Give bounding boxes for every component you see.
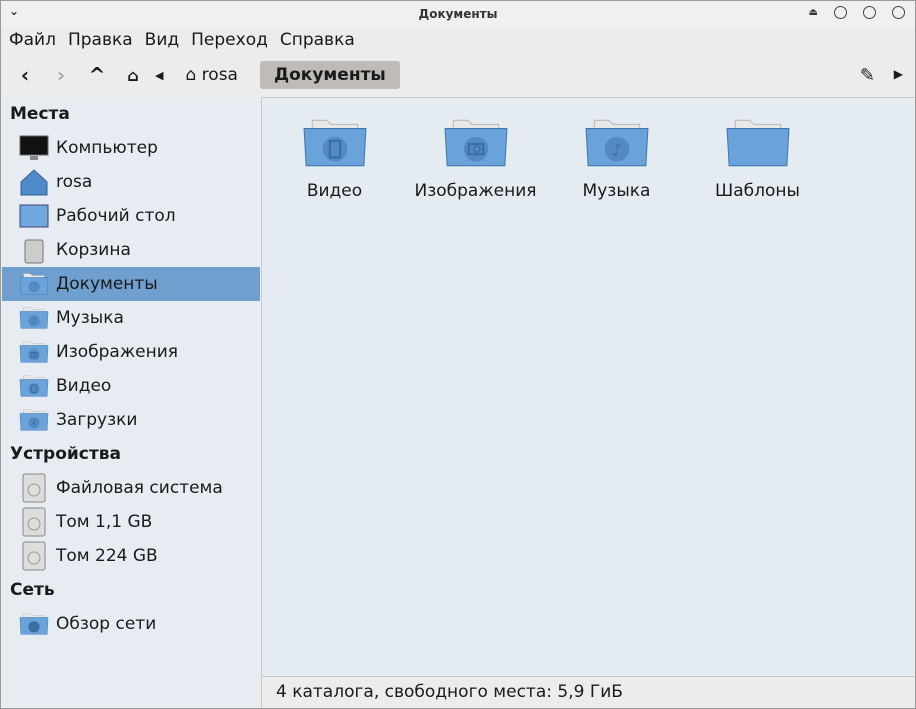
folder-item[interactable]: Изображения [405,116,546,201]
toolbar: ‹ › ^ ⌂ ◀ ⌂ rosa Документы ✎ ▶ [1,53,915,97]
sidebar-item[interactable]: ♪ Музыка [2,301,260,335]
sidebar-item-label: Обзор сети [56,614,157,634]
drive-icon [18,473,50,503]
folder-item[interactable]: Шаблоны [687,116,828,201]
folder-video-icon [18,372,50,400]
sidebar-item[interactable]: Изображения [2,335,260,369]
eject-icon[interactable]: ⏏ [809,7,818,18]
sidebar-item[interactable]: Файловая система [2,471,260,505]
window-title: Документы [418,7,498,21]
crumb-scroll-right-icon[interactable]: ▶ [894,67,903,81]
folder-label: Музыка [582,181,651,201]
sidebar-item-label: Файловая система [56,478,223,498]
sidebar-item[interactable]: Обзор сети [2,607,260,641]
svg-text:⬇: ⬇ [31,419,37,427]
sidebar: Места Компьютер rosa Рабочий стол Корзина До… [2,97,260,707]
folder-downloads-icon: ⬇ [18,406,50,434]
sidebar-item[interactable]: Том 224 GB [2,539,260,573]
network-folder-icon [18,610,50,638]
folder-pictures-icon [18,338,50,366]
maximize-button[interactable] [863,6,876,19]
sidebar-item-label: Музыка [56,308,124,328]
devices-header: Устройства [10,444,121,464]
menu-bar: Файл Правка Вид Переход Справка [1,27,915,53]
folder-item[interactable]: ♪ Музыка [546,116,687,201]
minimize-button[interactable] [834,6,847,19]
sidebar-item-label: Видео [56,376,112,396]
folder-icon [725,119,791,175]
crumb-scroll-left-icon[interactable]: ◀ [155,69,163,82]
places-header: Места [10,104,70,124]
menu-file[interactable]: Файл [9,30,56,50]
folder-icon [443,119,509,175]
status-bar: 4 каталога, свободного места: 5,9 ГиБ [261,676,914,707]
file-manager-window: ⌄ Документы ⏏ Файл Правка Вид Переход Сп… [0,0,916,709]
sidebar-item-label: rosa [56,172,93,192]
folder-item[interactable]: Видео [264,116,405,201]
folder-icon: ♪ [584,119,650,175]
forward-button[interactable]: › [43,63,79,87]
folder-documents-icon [18,270,50,298]
folder-icon [302,119,368,175]
folder-label: Шаблоны [715,181,800,201]
sidebar-item[interactable]: rosa [2,165,260,199]
sidebar-item-label: Документы [56,274,158,294]
home-button[interactable]: ⌂ [115,66,151,85]
crumb-home[interactable]: ⌂ rosa [171,61,252,89]
drive-icon [18,541,50,571]
sidebar-item-label: Загрузки [56,410,138,430]
sidebar-item[interactable]: Том 1,1 GB [2,505,260,539]
drive-icon [18,507,50,537]
folder-label: Видео [306,181,363,201]
network-header: Сеть [10,580,55,600]
menu-help[interactable]: Справка [280,30,355,50]
svg-text:♪: ♪ [611,140,622,159]
crumb-current[interactable]: Документы [259,61,400,89]
sidebar-item-label: Том 224 GB [56,546,158,566]
sidebar-item[interactable]: Рабочий стол [2,199,260,233]
sidebar-item-label: Том 1,1 GB [56,512,153,532]
sidebar-item[interactable]: Корзина [2,233,260,267]
menu-go[interactable]: Переход [191,30,268,50]
folder-music-icon: ♪ [18,304,50,332]
sidebar-item-label: Изображения [56,342,179,362]
title-bar: ⌄ Документы ⏏ [1,1,915,27]
folder-label: Изображения [414,181,537,201]
trash-icon [18,236,50,264]
desktop-icon [18,202,50,230]
home-icon: ⌂ [185,65,197,85]
menu-view[interactable]: Вид [145,30,179,50]
window-menu-icon[interactable]: ⌄ [9,4,19,18]
sidebar-item-label: Рабочий стол [56,206,176,226]
sidebar-item-label: Компьютер [56,138,158,158]
home-icon [18,168,50,196]
sidebar-item[interactable]: Документы [2,267,260,301]
up-button[interactable]: ^ [79,63,115,87]
menu-edit[interactable]: Правка [68,30,133,50]
back-button[interactable]: ‹ [7,63,43,87]
close-button[interactable] [892,6,905,19]
edit-location-icon[interactable]: ✎ [860,65,875,86]
sidebar-item[interactable]: Компьютер [2,131,260,165]
svg-text:♪: ♪ [32,317,37,326]
computer-icon [18,134,50,162]
file-view: Видео Изображения ♪ Музыка Шаблоны [261,97,914,676]
sidebar-item-label: Корзина [56,240,131,260]
sidebar-item[interactable]: Видео [2,369,260,403]
sidebar-item[interactable]: ⬇ Загрузки [2,403,260,437]
